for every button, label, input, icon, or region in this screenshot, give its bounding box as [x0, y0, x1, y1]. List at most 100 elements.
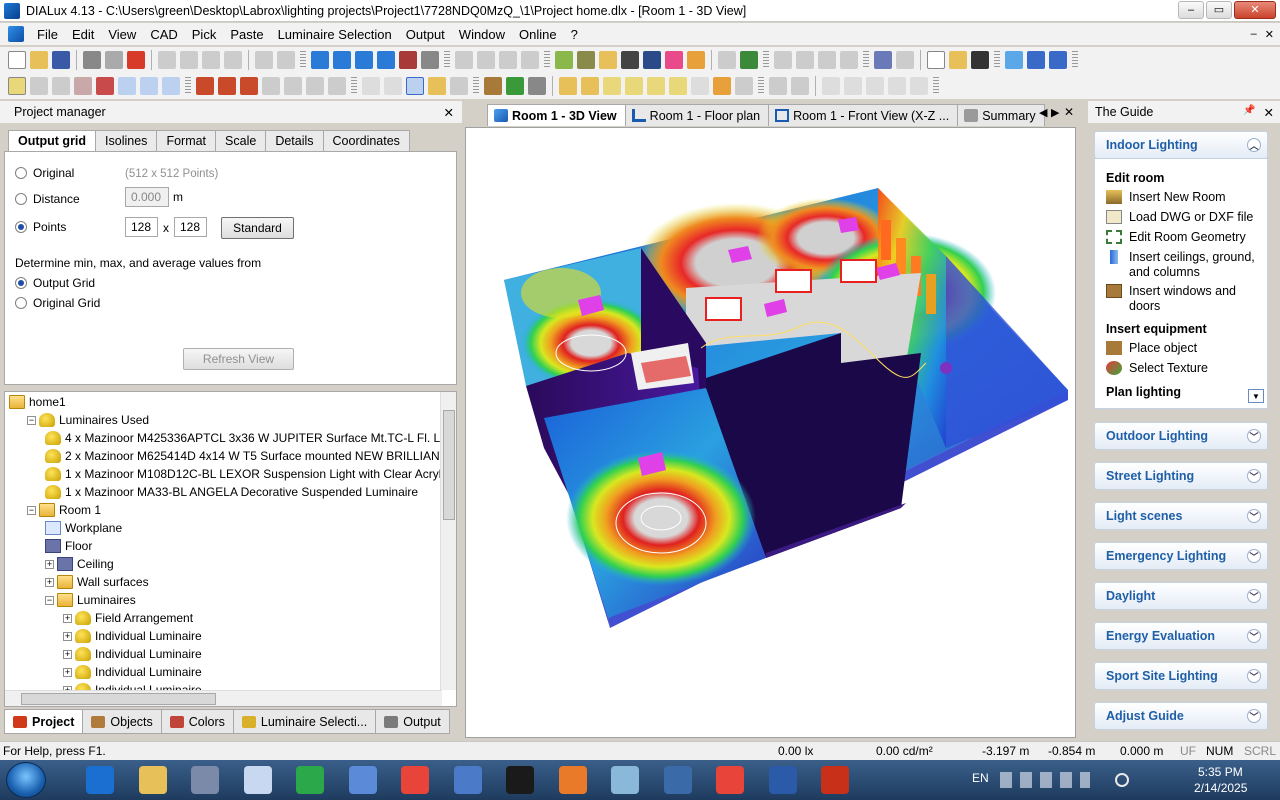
tool-icon[interactable] [162, 77, 180, 95]
toolbar-grip[interactable] [544, 51, 550, 69]
tab-isolines[interactable]: Isolines [95, 130, 158, 152]
tree-vertical-scrollbar[interactable] [440, 392, 456, 690]
guide-item-select-texture[interactable]: Select Texture [1106, 361, 1264, 376]
pointer-icon[interactable] [362, 77, 380, 95]
polyline-icon[interactable] [844, 77, 862, 95]
menu-paste[interactable]: Paste [223, 27, 270, 42]
original-grid-option[interactable]: Original Grid [15, 296, 100, 310]
original-radio[interactable] [15, 167, 27, 179]
pan-icon[interactable] [428, 77, 446, 95]
false-colors-icon[interactable] [665, 51, 683, 69]
taskbar-app[interactable] [811, 763, 859, 797]
taskbar-app[interactable] [339, 763, 387, 797]
menu-view[interactable]: View [101, 27, 143, 42]
tree-item[interactable]: + Wall surfaces [45, 573, 149, 591]
tree-horizontal-scrollbar[interactable] [5, 690, 442, 706]
luminaire-icon[interactable] [669, 77, 687, 95]
tree-item[interactable]: − Luminaires Used [27, 411, 149, 429]
tool-icon[interactable] [521, 51, 539, 69]
pdf-icon[interactable] [127, 51, 145, 69]
dxf-icon[interactable] [262, 77, 280, 95]
new-icon[interactable] [8, 51, 26, 69]
chevron-up-icon[interactable]: ︿ [1247, 138, 1261, 152]
toolbar-grip[interactable] [933, 77, 939, 95]
distance-option[interactable]: Distance [15, 192, 80, 206]
tool-icon[interactable] [718, 51, 736, 69]
tool-icon[interactable] [30, 77, 48, 95]
original-option[interactable]: Original [15, 166, 74, 180]
toolbar-grip[interactable] [300, 51, 306, 69]
menu-file[interactable]: File [30, 27, 65, 42]
save-icon[interactable] [52, 51, 70, 69]
luminaire-icon[interactable] [647, 77, 665, 95]
points-radio[interactable] [15, 221, 27, 233]
floor-plan-icon[interactable] [333, 51, 351, 69]
luminaire-icon[interactable] [581, 77, 599, 95]
zoom-icon[interactable] [140, 77, 158, 95]
tree-item[interactable]: + Field Arrangement [63, 609, 193, 627]
output-grid-option[interactable]: Output Grid [15, 276, 95, 290]
delete-icon[interactable] [224, 51, 242, 69]
tree-item[interactable]: + Individual Luminaire [63, 645, 202, 663]
expand-icon[interactable]: + [45, 577, 54, 587]
project-manager-close-button[interactable]: ✕ [444, 105, 454, 120]
scrollbar-thumb[interactable] [21, 693, 216, 705]
tree-item[interactable]: 1 x Mazinoor MA33-BL ANGELA Decorative S… [45, 483, 418, 501]
standard-button[interactable]: Standard [221, 217, 294, 239]
tool-icon[interactable] [910, 77, 928, 95]
grid-icon[interactable] [691, 77, 709, 95]
distance-radio[interactable] [15, 193, 27, 205]
maximize-button[interactable]: ▭ [1206, 0, 1232, 19]
tool-icon[interactable] [791, 77, 809, 95]
tab-coordinates[interactable]: Coordinates [322, 130, 410, 152]
tool-icon[interactable] [896, 51, 914, 69]
guide-item-place-object[interactable]: Place object [1106, 341, 1264, 356]
close-button[interactable]: ✕ [1234, 0, 1276, 19]
tool-icon[interactable] [284, 77, 302, 95]
taskbar-app[interactable] [601, 763, 649, 797]
furniture-icon[interactable] [484, 77, 502, 95]
chevron-down-icon[interactable]: ﹀ [1247, 629, 1261, 643]
tool-icon[interactable] [455, 51, 473, 69]
guide-item-insert-new-room[interactable]: Insert New Room [1106, 190, 1264, 205]
taskbar-app[interactable] [234, 763, 282, 797]
chevron-down-icon[interactable]: ﹀ [1247, 709, 1261, 723]
taskbar-app[interactable] [76, 763, 124, 797]
layout-icon[interactable] [1049, 51, 1067, 69]
guide-section-adjust-guide[interactable]: Adjust Guide ﹀ [1094, 702, 1268, 730]
tree-item[interactable]: 1 x Mazinoor M108D12C-BL LEXOR Suspensio… [45, 465, 456, 483]
guide-item-load-dwg[interactable]: Load DWG or DXF file [1106, 210, 1264, 225]
tree-item[interactable]: 2 x Mazinoor M625414D 4x14 W T5 Surface … [45, 447, 456, 465]
toolbar-grip[interactable] [758, 77, 764, 95]
doc-close-button[interactable]: ✕ [1265, 28, 1274, 41]
pen-icon[interactable] [621, 51, 639, 69]
tool-icon[interactable] [306, 77, 324, 95]
menu-output[interactable]: Output [399, 27, 452, 42]
tool-icon[interactable] [740, 51, 758, 69]
curve-icon[interactable] [866, 77, 884, 95]
tool-icon[interactable] [328, 77, 346, 95]
taskbar-app[interactable] [549, 763, 597, 797]
luminaire-icon[interactable] [559, 77, 577, 95]
copy-icon[interactable] [180, 51, 198, 69]
menu-luminaire-selection[interactable]: Luminaire Selection [271, 27, 399, 42]
chevron-down-icon[interactable]: ﹀ [1247, 549, 1261, 563]
distance-field[interactable]: 0.000 [125, 187, 169, 207]
tray-icons[interactable] [1000, 772, 1090, 788]
menu-online[interactable]: Online [512, 27, 564, 42]
select-icon[interactable] [8, 77, 26, 95]
menu-pick[interactable]: Pick [185, 27, 224, 42]
toolbar-grip[interactable] [863, 51, 869, 69]
points-y-field[interactable]: 128 [174, 217, 207, 237]
tool-icon[interactable] [769, 77, 787, 95]
redo-icon[interactable] [277, 51, 295, 69]
tree-item[interactable]: + Ceiling [45, 555, 114, 573]
chevron-down-icon[interactable]: ﹀ [1247, 509, 1261, 523]
tab-room-front-view[interactable]: Room 1 - Front View (X-Z ... [768, 104, 959, 126]
chevron-down-icon[interactable]: ﹀ [1247, 669, 1261, 683]
toolbar-grip[interactable] [185, 77, 191, 95]
tool-icon[interactable] [118, 77, 136, 95]
toolbar-grip[interactable] [994, 51, 1000, 69]
toolbar-grip[interactable] [1072, 51, 1078, 69]
tool-icon[interactable] [477, 51, 495, 69]
